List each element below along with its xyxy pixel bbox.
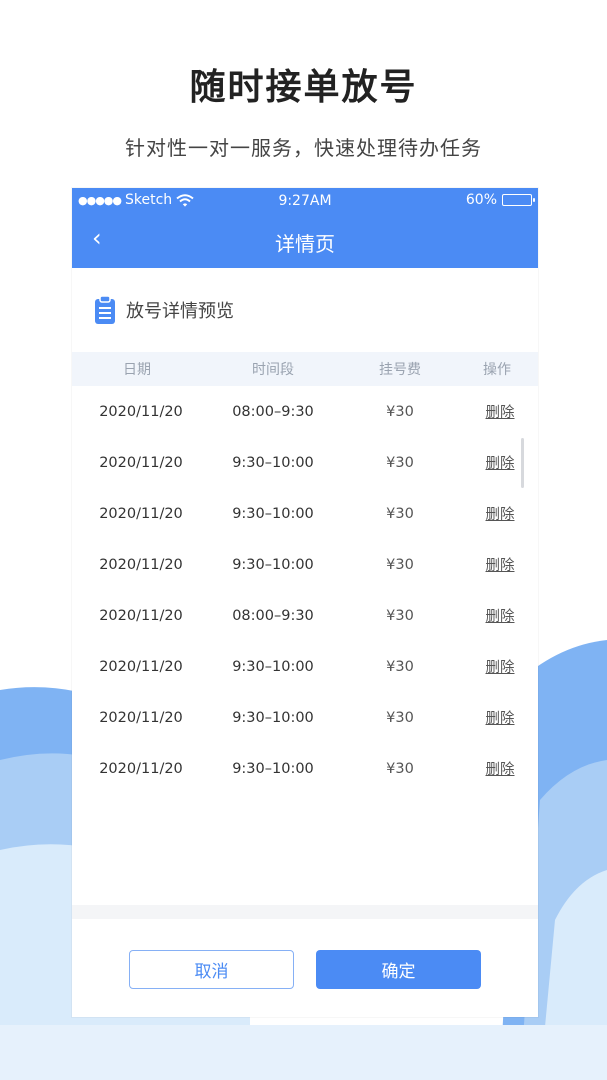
cell-date: 2020/11/20 — [99, 454, 183, 471]
header-time: 时间段 — [252, 362, 294, 378]
delete-link[interactable]: 删除 — [456, 554, 538, 575]
cell-time: 9:30–10:00 — [232, 760, 314, 777]
cell-date: 2020/11/20 — [99, 505, 183, 522]
cell-time: 9:30–10:00 — [232, 709, 314, 726]
battery-icon — [502, 194, 535, 206]
cancel-button[interactable]: 取消 — [129, 950, 294, 989]
delete-link[interactable]: 删除 — [456, 452, 538, 473]
section-header: 放号详情预览 — [72, 268, 538, 352]
table-row: 2020/11/20 08:00–9:30 ¥30 删除 — [72, 590, 538, 641]
cell-fee: ¥30 — [386, 403, 414, 420]
clipboard-icon — [95, 295, 115, 324]
cell-fee: ¥30 — [386, 454, 414, 471]
cell-fee: ¥30 — [386, 658, 414, 675]
cell-date: 2020/11/20 — [99, 709, 183, 726]
cell-time: 9:30–10:00 — [232, 556, 314, 573]
nav-bar: ●●●●● Sketch 9:27AM 60% ‹ 详情页 — [72, 188, 538, 268]
cell-time: 08:00–9:30 — [232, 403, 314, 420]
cell-date: 2020/11/20 — [99, 760, 183, 777]
table-row: 2020/11/20 9:30–10:00 ¥30 删除 — [72, 692, 538, 743]
delete-link[interactable]: 删除 — [456, 758, 538, 779]
delete-link[interactable]: 删除 — [456, 605, 538, 626]
cell-fee: ¥30 — [386, 709, 414, 726]
delete-link[interactable]: 删除 — [456, 707, 538, 728]
battery-percent: 60% — [465, 192, 497, 208]
cell-date: 2020/11/20 — [99, 403, 183, 420]
table-row: 2020/11/20 9:30–10:00 ¥30 删除 — [72, 488, 538, 539]
header-fee: 挂号费 — [379, 362, 421, 378]
delete-link[interactable]: 删除 — [456, 401, 538, 422]
page-title: 详情页 — [275, 232, 335, 256]
table-header: 日期 时间段 挂号费 操作 — [72, 352, 538, 386]
promo-headline: 随时接单放号 — [189, 67, 418, 108]
promo-subline: 针对性一对一服务，快速处理待办任务 — [125, 136, 482, 160]
cell-fee: ¥30 — [386, 505, 414, 522]
battery: 60% — [465, 192, 535, 208]
footer-actions: 取消 确定 — [72, 919, 538, 1017]
table-row: 2020/11/20 9:30–10:00 ¥30 删除 — [72, 437, 538, 488]
cell-fee: ¥30 — [386, 556, 414, 573]
cell-time: 9:30–10:00 — [232, 658, 314, 675]
delete-link[interactable]: 删除 — [456, 503, 538, 524]
cell-fee: ¥30 — [386, 760, 414, 777]
header-date: 日期 — [123, 362, 151, 378]
divider-band — [72, 905, 538, 919]
cell-date: 2020/11/20 — [99, 556, 183, 573]
phone-screen: ●●●●● Sketch 9:27AM 60% ‹ 详情页 放号详情预览 日期 … — [72, 188, 538, 1017]
cell-date: 2020/11/20 — [99, 607, 183, 624]
cell-date: 2020/11/20 — [99, 658, 183, 675]
delete-link[interactable]: 删除 — [456, 656, 538, 677]
cell-time: 08:00–9:30 — [232, 607, 314, 624]
table-row: 2020/11/20 9:30–10:00 ¥30 删除 — [72, 641, 538, 692]
section-title: 放号详情预览 — [126, 301, 234, 322]
table-body: 2020/11/20 08:00–9:30 ¥30 删除 2020/11/20 … — [72, 386, 538, 794]
cell-time: 9:30–10:00 — [232, 505, 314, 522]
table-row: 2020/11/20 9:30–10:00 ¥30 删除 — [72, 743, 538, 794]
scrollbar[interactable] — [521, 438, 524, 488]
table-row: 2020/11/20 9:30–10:00 ¥30 删除 — [72, 539, 538, 590]
cell-fee: ¥30 — [386, 607, 414, 624]
status-bar: ●●●●● Sketch 9:27AM 60% — [72, 188, 538, 216]
cell-time: 9:30–10:00 — [232, 454, 314, 471]
header-operation: 操作 — [483, 362, 511, 378]
confirm-button[interactable]: 确定 — [316, 950, 481, 989]
table-row: 2020/11/20 08:00–9:30 ¥30 删除 — [72, 386, 538, 437]
